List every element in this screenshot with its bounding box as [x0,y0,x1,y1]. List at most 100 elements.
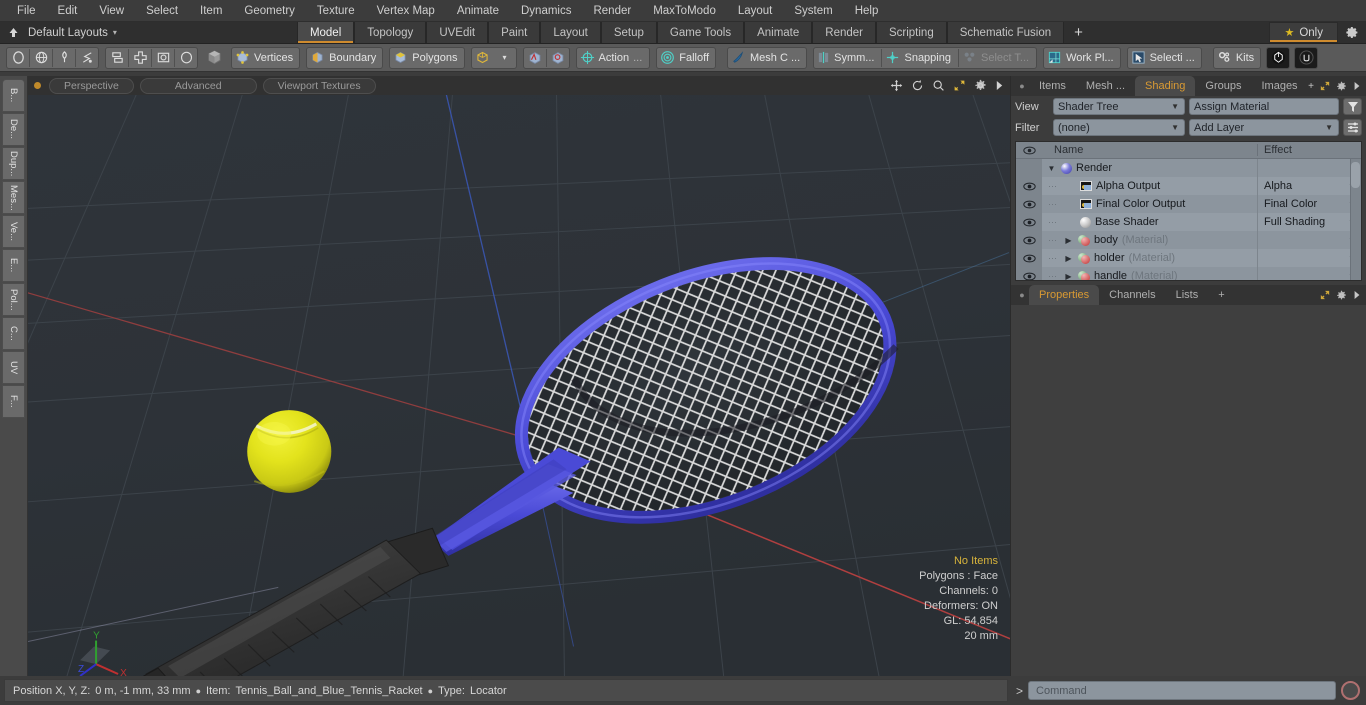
add-layer-dropdown[interactable]: Add Layer ▼ [1189,119,1339,136]
tab-animate[interactable]: Animate [744,22,813,43]
action-center-button[interactable]: Action ... [577,48,650,68]
vtab-duplicate[interactable]: Dup... [2,147,25,180]
menu-maxtomodo[interactable]: MaxToModo [642,2,727,20]
preset-browser-icon[interactable] [1266,46,1291,69]
gear-icon[interactable] [974,79,987,92]
align-icon[interactable] [106,48,128,68]
vtab-deform[interactable]: De... [2,113,25,146]
panel-menu-dot[interactable]: ● [1015,76,1029,96]
visibility-toggle[interactable] [1016,231,1042,249]
assign-material-button[interactable]: Assign Material [1189,98,1339,115]
zoom-icon[interactable] [932,79,945,92]
tab-scripting[interactable]: Scripting [875,22,947,43]
viewport-view-mode[interactable]: Perspective [49,77,134,94]
menu-animate[interactable]: Animate [446,2,510,20]
row-effect-cell[interactable]: Final Color ▼ [1257,195,1361,213]
visibility-toggle[interactable] [1016,213,1042,231]
polygons-mode-button[interactable]: Polygons [389,46,465,69]
funnel-icon[interactable] [1343,98,1362,115]
row-effect-cell[interactable]: ▼ [1257,231,1361,249]
filter-dropdown[interactable]: (none) ▼ [1053,119,1185,136]
chevron-right-icon[interactable] [995,80,1004,91]
vtab-basic[interactable]: B... [2,79,25,112]
viewport-3d[interactable]: Y X Z No Items Polygons : Face Channels:… [28,95,1010,676]
only-toggle-button[interactable]: ★ Only [1269,22,1338,43]
layout-selector[interactable]: Default Layouts ▾ [26,22,127,43]
select-through-button[interactable]: Select T... [959,48,1036,68]
tab-layout[interactable]: Layout [540,22,601,43]
selection-sets-button[interactable]: Selecti ... [1126,46,1202,69]
menu-file[interactable]: File [6,2,47,20]
viewport-menu-dot[interactable] [34,82,41,89]
cube-outline-icon[interactable] [472,48,494,68]
tab-lists[interactable]: Lists [1166,285,1209,305]
circle-select-icon[interactable] [7,48,29,68]
vtab-mesh[interactable]: Mes... [2,181,25,214]
item-mode-caret-icon[interactable]: ▾ [494,48,516,68]
tab-topology[interactable]: Topology [354,22,427,43]
menu-vertex-map[interactable]: Vertex Map [366,2,446,20]
expand-icon[interactable] [1320,290,1330,300]
row-effect-cell[interactable] [1257,159,1361,177]
visibility-toggle[interactable] [1016,267,1042,280]
tab-images[interactable]: Images [1251,76,1307,96]
tab-items[interactable]: Items [1029,76,1076,96]
lasso-paint-icon[interactable] [53,48,75,68]
row-effect-cell[interactable]: Full Shading ▼ [1257,213,1361,231]
vtab-edge[interactable]: E... [2,249,25,282]
vtab-uv[interactable]: UV [2,351,25,384]
gear-icon[interactable] [1336,290,1347,301]
tab-render[interactable]: Render [812,22,876,43]
menu-edit[interactable]: Edit [47,2,89,20]
table-row[interactable]: ⋯ ▶ handle (Material) ▼ [1016,267,1361,280]
menu-render[interactable]: Render [582,2,642,20]
tab-setup[interactable]: Setup [600,22,657,43]
disclosure-triangle-icon[interactable]: ▶ [1063,272,1074,281]
command-record-button[interactable] [1341,681,1360,700]
row-effect-cell[interactable]: ▼ [1257,249,1361,267]
tab-schematic-fusion[interactable]: Schematic Fusion [946,22,1065,43]
vtab-polygon[interactable]: Pol... [2,283,25,316]
kits-button[interactable]: Kits [1212,46,1262,69]
tab-paint[interactable]: Paint [488,22,541,43]
tab-model[interactable]: Model [296,22,355,43]
select-by-material-icon[interactable] [524,48,546,68]
center-icon[interactable] [129,48,151,68]
visibility-toggle[interactable] [1016,195,1042,213]
menu-view[interactable]: View [88,2,135,20]
rotate-icon[interactable] [911,79,924,92]
menu-item[interactable]: Item [189,2,233,20]
tab-uvedit[interactable]: UVEdit [426,22,489,43]
visibility-toggle[interactable] [1016,159,1042,177]
tab-properties[interactable]: Properties [1029,285,1100,305]
maximize-icon[interactable] [953,79,966,92]
menu-system[interactable]: System [783,2,843,20]
panel-menu-dot[interactable]: ● [1015,285,1029,305]
vtab-vertex[interactable]: Ve... [2,215,25,248]
menu-help[interactable]: Help [844,2,890,20]
vertices-mode-button[interactable]: Vertices [231,46,301,69]
pan-icon[interactable] [890,79,903,92]
boundary-mode-button[interactable]: Boundary [306,46,384,69]
add-properties-tab-button[interactable]: + [1208,285,1234,305]
row-effect-cell[interactable]: ▼ [1257,267,1361,280]
table-row[interactable]: ⋯ ▶ holder (Material) ▼ [1016,249,1361,267]
table-row[interactable]: ⋯ Final Color Output Final Color ▼ [1016,195,1361,213]
tab-mesh-ops[interactable]: Mesh ... [1076,76,1135,96]
chevron-right-icon[interactable] [1353,81,1361,91]
command-input[interactable]: Command [1028,681,1336,700]
shader-tree[interactable]: Name Effect ▼ Render ⋯ Alpha Output Alph… [1015,141,1362,281]
vtab-fusion[interactable]: F... [2,385,25,418]
layout-home-button[interactable] [0,22,26,43]
vtab-curve[interactable]: C... [2,317,25,350]
menu-texture[interactable]: Texture [306,2,366,20]
table-row[interactable]: ⋯ Alpha Output Alpha ▼ [1016,177,1361,195]
visibility-toggle[interactable] [1016,249,1042,267]
table-row[interactable]: ▼ Render [1016,159,1361,177]
row-effect-cell[interactable]: Alpha ▼ [1257,177,1361,195]
cube-icon[interactable] [203,48,226,68]
add-tab-icon[interactable]: + [1308,81,1314,92]
visibility-toggle[interactable] [1016,177,1042,195]
disclosure-triangle-icon[interactable]: ▶ [1063,236,1074,245]
disclosure-triangle-icon[interactable]: ▼ [1046,164,1057,173]
